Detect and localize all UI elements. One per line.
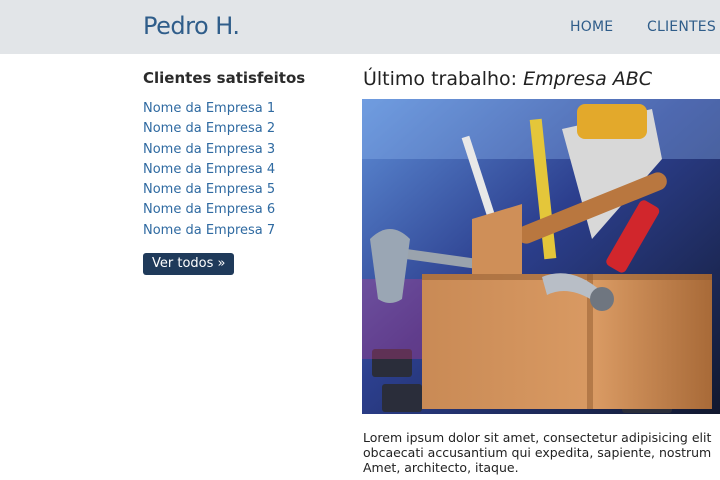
client-link[interactable]: Nome da Empresa 1 [143,101,275,116]
heading-company: Empresa ABC [523,68,653,90]
client-link[interactable]: Nome da Empresa 6 [143,202,275,217]
client-link[interactable]: Nome da Empresa 4 [143,162,275,177]
client-link[interactable]: Nome da Empresa 2 [143,121,275,136]
list-item: Nome da Empresa 1 [143,97,275,117]
list-item: Nome da Empresa 6 [143,198,275,218]
heading-prefix: Último trabalho: [363,68,518,90]
brand-logo[interactable]: Pedro H. [143,12,240,40]
list-item: Nome da Empresa 2 [143,117,275,137]
description-line: obcaecati accusantium qui expedita, sapi… [363,445,712,460]
toolbox-image [362,99,720,414]
client-link[interactable]: Nome da Empresa 3 [143,142,275,157]
top-navbar: Pedro H. HOME CLIENTES [0,0,720,54]
client-link[interactable]: Nome da Empresa 5 [143,182,275,197]
latest-work-heading: Último trabalho: Empresa ABC [363,68,652,90]
description-line: Amet, architecto, itaque. [363,460,519,475]
nav-clientes-link[interactable]: CLIENTES [647,19,716,35]
list-item: Nome da Empresa 5 [143,178,275,198]
work-description: Lorem ipsum dolor sit amet, consectetur … [363,430,720,475]
ver-todos-button[interactable]: Ver todos » [143,253,235,275]
description-line: Lorem ipsum dolor sit amet, consectetur … [363,430,712,445]
list-item: Nome da Empresa 4 [143,158,275,178]
clients-heading: Clientes satisfeitos [143,69,306,87]
list-item: Nome da Empresa 7 [143,219,275,239]
clients-list: Nome da Empresa 1 Nome da Empresa 2 Nome… [143,97,275,239]
client-link[interactable]: Nome da Empresa 7 [143,223,275,238]
toolbox-illustration [362,99,720,414]
list-item: Nome da Empresa 3 [143,138,275,158]
nav-home-link[interactable]: HOME [570,19,613,35]
